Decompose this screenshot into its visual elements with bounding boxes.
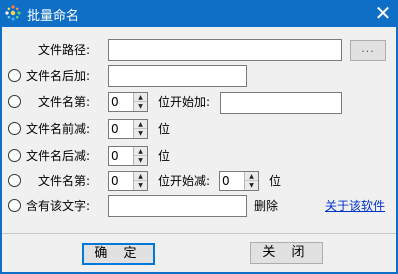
radio-cut[interactable] [8,174,21,187]
trim-back-spinner[interactable]: 0 ▲ ▼ [108,146,148,166]
spin-up-icon[interactable]: ▲ [134,120,147,129]
spin-up-icon[interactable]: ▲ [245,172,258,181]
insert-label: 文件名第: [38,95,91,109]
spinner-buttons: ▲ ▼ [133,93,147,111]
suffix-add-label: 文件名后加: [26,69,91,83]
insert-after-label: 位开始加: [158,95,211,109]
dialog-body: 文件路径: ... 文件名后加: 文件名第: 0 ▲ ▼ 位开始加: 文件名前减… [2,27,396,272]
spin-down-icon[interactable]: ▼ [134,181,147,190]
cut-position-value: 0 [111,174,119,188]
cut-unit: 位 [269,174,282,188]
trim-front-spinner[interactable]: 0 ▲ ▼ [108,119,148,139]
ok-button[interactable]: 确 定 [82,243,155,265]
spinner-buttons: ▲ ▼ [133,172,147,190]
cut-mid-label: 位开始减: [158,174,211,188]
cut-count-value: 0 [222,174,230,188]
spin-up-icon[interactable]: ▲ [134,93,147,102]
spin-down-icon[interactable]: ▼ [245,181,258,190]
trim-front-unit: 位 [158,122,171,136]
suffix-add-input[interactable] [108,65,247,87]
cut-label: 文件名第: [38,174,91,188]
trim-back-value: 0 [111,149,119,163]
insert-position-value: 0 [111,95,119,109]
spin-down-icon[interactable]: ▼ [134,129,147,138]
divider [2,233,396,234]
radio-trim-back[interactable] [8,149,21,162]
path-label: 文件路径: [38,43,91,57]
cut-count-spinner[interactable]: 0 ▲ ▼ [219,171,259,191]
batch-rename-window: 批量命名 ✕ 文件路径: ... 文件名后加: 文件名第: 0 ▲ ▼ 位开始加… [0,0,398,274]
close-button[interactable]: 关 闭 [250,242,323,264]
insert-position-spinner[interactable]: 0 ▲ ▼ [108,92,148,112]
about-link[interactable]: 关于该软件 [325,199,385,213]
spin-down-icon[interactable]: ▼ [134,102,147,111]
radio-trim-front[interactable] [8,122,21,135]
window-title: 批量命名 [27,9,80,24]
radio-suffix-add[interactable] [8,69,21,82]
trim-back-label: 文件名后减: [26,149,91,163]
browse-button[interactable]: ... [350,40,386,61]
trim-back-unit: 位 [158,149,171,163]
spinner-buttons: ▲ ▼ [133,120,147,138]
contains-delete-label: 删除 [254,199,279,213]
spin-down-icon[interactable]: ▼ [134,156,147,165]
spinner-buttons: ▲ ▼ [244,172,258,190]
contains-input[interactable] [108,195,247,217]
path-input[interactable] [108,39,342,61]
spin-up-icon[interactable]: ▲ [134,147,147,156]
app-icon [5,5,21,21]
spin-up-icon[interactable]: ▲ [134,172,147,181]
insert-text-input[interactable] [220,92,342,114]
radio-insert[interactable] [8,95,21,108]
trim-front-value: 0 [111,122,119,136]
contains-label: 含有该文字: [26,199,91,213]
close-icon[interactable]: ✕ [368,0,398,27]
cut-position-spinner[interactable]: 0 ▲ ▼ [108,171,148,191]
trim-front-label: 文件名前减: [26,122,91,136]
radio-contains[interactable] [8,199,21,212]
title-bar[interactable]: 批量命名 ✕ [0,0,398,27]
spinner-buttons: ▲ ▼ [133,147,147,165]
